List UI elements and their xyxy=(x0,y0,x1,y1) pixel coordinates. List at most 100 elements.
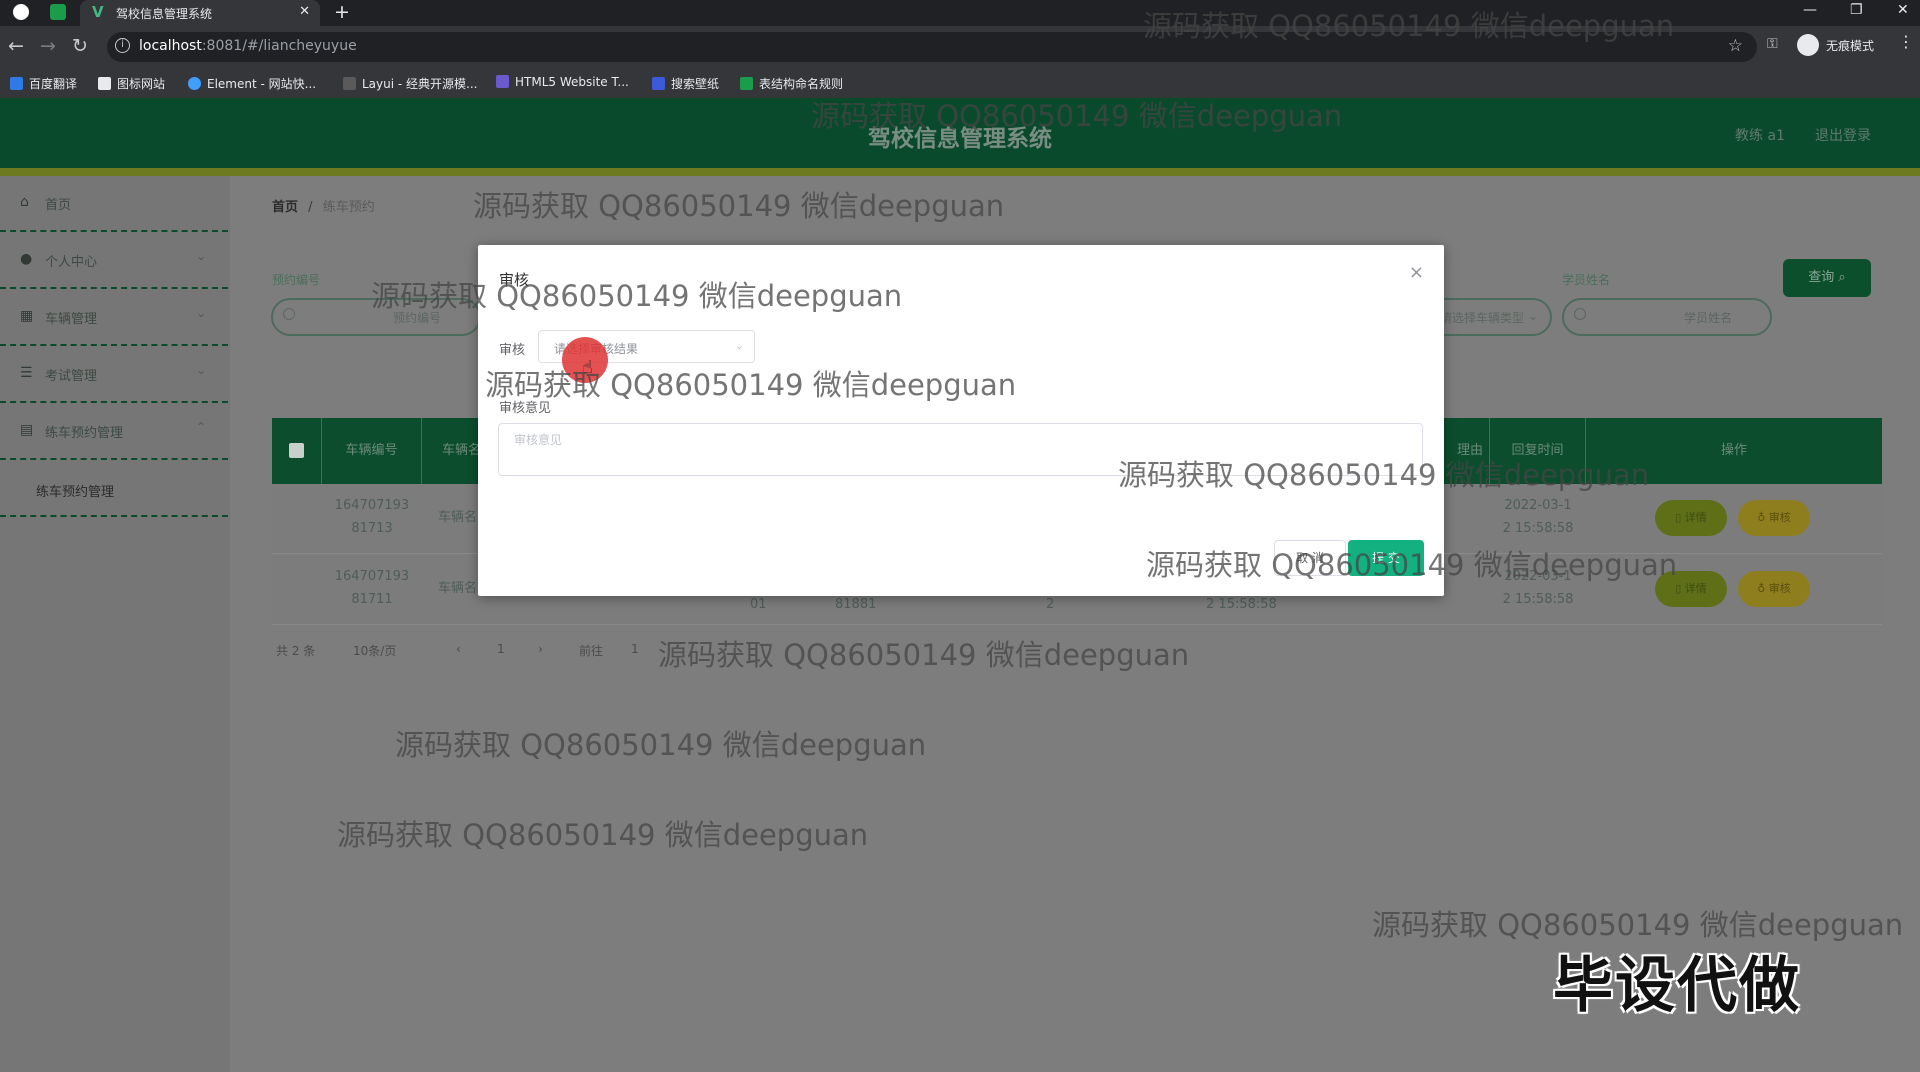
close-icon[interactable]: × xyxy=(1409,262,1424,283)
reload-icon[interactable]: ↻ xyxy=(72,35,88,57)
forward-icon[interactable]: → xyxy=(40,35,56,57)
select-placeholder: 请选择车辆类型 xyxy=(1440,311,1525,325)
sidebar-item-label: 考试管理 xyxy=(45,369,98,384)
calendar-icon: ▤ xyxy=(20,422,34,438)
input-placeholder: 预约编号 xyxy=(393,311,442,325)
close-tab-icon[interactable]: ✕ xyxy=(299,4,310,19)
address-bar-row: ← → ↻ i localhost:8081/#/liancheyuyue ☆ … xyxy=(0,26,1920,68)
detail-button[interactable]: ▯ 详情 xyxy=(1655,571,1727,607)
sidebar-item-label: 首页 xyxy=(45,198,72,213)
sidebar-subitem-booking[interactable]: 练车预约管理 xyxy=(0,461,228,517)
bookmark-item[interactable]: Element - 网站快... xyxy=(188,75,316,92)
pinned-tab-icon-green[interactable] xyxy=(50,4,66,20)
bookmark-item[interactable]: 表结构命名规则 xyxy=(740,75,843,92)
textarea-placeholder: 审核意见 xyxy=(514,433,563,447)
chevron-down-icon: ⌄ xyxy=(734,339,744,352)
sidebar-item-vehicles[interactable]: ▦ 车辆管理 ⌄ xyxy=(0,290,228,346)
vue-logo-icon: V xyxy=(92,3,104,21)
breadcrumb: 首页 / 练车预约 xyxy=(272,196,375,215)
header-reason: 理由 xyxy=(1442,418,1490,484)
breadcrumb-home[interactable]: 首页 xyxy=(272,200,298,215)
info-icon[interactable]: i xyxy=(115,38,130,53)
pinned-tab-icon[interactable] xyxy=(13,4,29,20)
sidebar-item-home[interactable]: ⌂ 首页 xyxy=(0,176,228,232)
promo-text: 毕设代做 xyxy=(1553,951,1801,1021)
app-title: 驾校信息管理系统 xyxy=(868,126,1052,152)
pager-size-select[interactable]: 10条/页 xyxy=(353,642,396,659)
hand-cursor-icon: ☝ xyxy=(582,357,593,378)
chevron-down-icon: ⌄ xyxy=(195,249,206,263)
sidebar: ⌂ 首页 ● 个人中心 ⌄ ▦ 车辆管理 ⌄ ☰ 考试管理 ⌄ ▤ 练车预约管理… xyxy=(0,176,230,1072)
active-tab[interactable]: V 驾校信息管理系统 ✕ xyxy=(80,0,320,26)
close-window-icon[interactable]: ✕ xyxy=(1897,2,1909,18)
tab-title: 驾校信息管理系统 xyxy=(116,7,213,21)
vehicle-no-cell: 164707193 81713 xyxy=(334,498,410,536)
layui-icon xyxy=(343,77,356,90)
sidebar-item-label: 练车预约管理 xyxy=(45,426,124,441)
sidebar-item-profile[interactable]: ● 个人中心 ⌄ xyxy=(0,233,228,289)
restore-icon[interactable]: ❐ xyxy=(1850,2,1863,18)
incognito-icon[interactable] xyxy=(1797,34,1819,56)
key-icon[interactable]: ⚿ xyxy=(1767,36,1778,52)
table-cell: 81881 xyxy=(835,597,877,612)
sidebar-item-label: 个人中心 xyxy=(45,255,98,270)
minimize-icon[interactable]: — xyxy=(1803,2,1817,18)
bookmark-item[interactable]: 图标网站 xyxy=(98,75,165,92)
wallpaper-icon xyxy=(652,77,665,90)
user-icon: ● xyxy=(20,251,33,267)
vehicle-name-cell: 车辆名 xyxy=(438,581,478,596)
audit-dialog: 审核 × 审核 请选择审核结果 ⌄ ☝ 审核意见 审核意见 取 消 提 交 xyxy=(478,245,1444,596)
audit-button[interactable]: ♁ 审核 xyxy=(1738,500,1810,536)
car-icon: ▦ xyxy=(20,308,34,324)
cancel-button[interactable]: 取 消 xyxy=(1274,540,1346,576)
bookmark-star-icon[interactable]: ☆ xyxy=(1728,36,1743,56)
html5-icon xyxy=(496,75,509,88)
query-button[interactable]: 查询 ⌕ xyxy=(1783,259,1871,297)
sidebar-item-booking[interactable]: ▤ 练车预约管理 ⌃ xyxy=(0,404,228,460)
incognito-label[interactable]: 无痕模式 xyxy=(1826,37,1874,54)
menu-dots-icon[interactable]: ⋮ xyxy=(1898,32,1914,51)
select-all-cell xyxy=(272,418,322,484)
translate-icon xyxy=(10,77,23,90)
input-placeholder: 学员姓名 xyxy=(1684,311,1733,325)
bookmark-item[interactable]: 百度翻译 xyxy=(10,75,77,92)
table-cell: 2 15:58:58 xyxy=(1206,597,1277,612)
audit-label: 审核 xyxy=(499,343,526,358)
url-input[interactable]: i localhost:8081/#/liancheyuyue ☆ xyxy=(107,32,1757,62)
pager-page[interactable]: 1 xyxy=(497,642,505,656)
flag-icon xyxy=(98,77,111,90)
back-icon[interactable]: ← xyxy=(8,35,24,57)
browser-tab-strip: V 驾校信息管理系统 ✕ + — ❐ ✕ xyxy=(0,0,1920,26)
opinion-label: 审核意见 xyxy=(499,401,552,416)
search-icon xyxy=(1574,308,1586,320)
chevron-up-icon: ⌃ xyxy=(195,420,206,434)
header-accent-strip xyxy=(0,168,1920,176)
bookmark-item[interactable]: Layui - 经典开源模... xyxy=(343,75,477,92)
logout-link[interactable]: 退出登录 xyxy=(1815,125,1871,145)
bookmark-item[interactable]: HTML5 Website T... xyxy=(496,75,629,89)
user-label: 教练 a1 xyxy=(1735,128,1785,144)
element-icon xyxy=(188,77,201,90)
audit-button[interactable]: ♁ 审核 xyxy=(1738,571,1810,607)
table-cell: 2 xyxy=(1046,597,1055,612)
list-icon: ☰ xyxy=(20,365,33,381)
detail-button[interactable]: ▯ 详情 xyxy=(1655,500,1727,536)
chevron-down-icon: ⌄ xyxy=(195,306,206,320)
breadcrumb-separator: / xyxy=(308,200,313,215)
select-all-checkbox[interactable] xyxy=(289,443,304,458)
opinion-textarea[interactable]: 审核意见 xyxy=(498,423,1423,476)
search-icon xyxy=(283,308,295,320)
bookmark-item[interactable]: 搜索壁纸 xyxy=(652,75,719,92)
search-label-student-name: 学员姓名 xyxy=(1562,273,1611,287)
booking-no-input[interactable]: 预约编号 xyxy=(271,298,481,336)
dialog-title: 审核 xyxy=(499,271,530,289)
vehicle-no-cell: 164707193 81711 xyxy=(334,569,410,607)
chevron-down-icon: ⌄ xyxy=(1528,309,1539,323)
pager-goto-input[interactable]: 1 xyxy=(631,642,639,656)
new-tab-icon[interactable]: + xyxy=(334,1,350,23)
pager-next-icon[interactable]: › xyxy=(538,642,543,656)
sidebar-item-exams[interactable]: ☰ 考试管理 ⌄ xyxy=(0,347,228,403)
pager-prev-icon[interactable]: ‹ xyxy=(456,642,461,656)
student-name-input[interactable]: 学员姓名 xyxy=(1562,298,1772,336)
submit-button[interactable]: 提 交 xyxy=(1348,540,1424,576)
